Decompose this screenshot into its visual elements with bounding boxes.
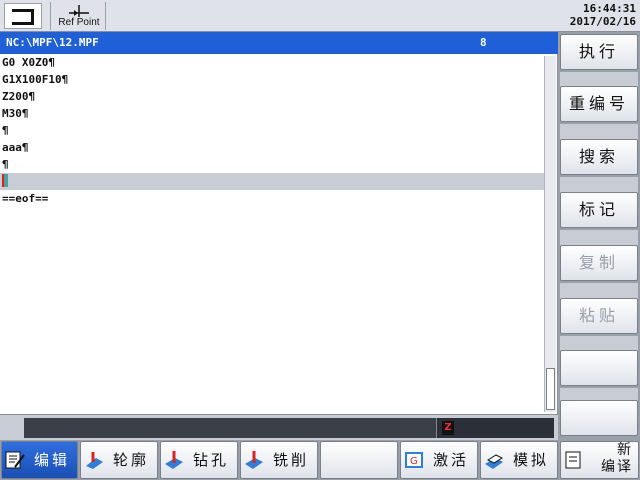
drill-tab-label: 钻孔 [193,451,230,469]
simulate-icon [485,454,504,469]
drill-tab[interactable]: 钻孔 [160,441,238,479]
simulate-tab-label: 模拟 [513,451,550,469]
activate-icon: G [405,452,423,468]
drill-icon [165,451,183,469]
softkey-separator [560,177,638,193]
search-button[interactable]: 搜索 [560,139,638,175]
edit-tab-label: 编辑 [34,451,71,469]
compile-label: 编译 [601,459,633,475]
svg-text:G: G [410,456,421,467]
empty-softkey-8[interactable] [560,400,638,436]
contour-tab[interactable]: 轮廓 [80,441,158,479]
edit-tab[interactable]: 编辑 [1,441,78,479]
ref-point-label: Ref Point [58,17,100,28]
date-text: 2017/02/16 [569,15,636,28]
mill-tab-label: 铣削 [273,451,310,469]
code-line[interactable]: aaa¶ [0,139,544,156]
softkey-separator [560,230,638,246]
code-line[interactable]: G0 X0Z0¶ [0,54,544,71]
code-line[interactable]: M30¶ [0,105,544,122]
new-compile-tab[interactable]: 新编译 [560,441,639,479]
ref-point-button[interactable]: Ref Point [50,2,106,30]
softkey-separator [560,283,638,299]
renumber-button[interactable]: 重编号 [560,86,638,122]
activate-tab[interactable]: G 激活 [400,441,478,479]
vertical-softkey-bar: 执行 重编号 搜索 标记 复制 粘贴 [558,32,640,440]
code-line[interactable]: G1X100F10¶ [0,71,544,88]
new-document-icon [565,451,581,469]
horizontal-softkey-bar: 编辑 轮廓 钻孔 铣削 G 激活 模拟 新编译 [0,440,640,480]
mark-button[interactable]: 标记 [560,192,638,228]
empty-softkey-7[interactable] [560,350,638,386]
execute-button[interactable]: 执行 [560,34,638,70]
new-label: 新 [617,442,633,458]
channel-status-icon: Z [442,421,454,435]
status-bar: Z [0,414,558,440]
program-editor[interactable]: G0 X0Z0¶ G1X100F10¶ Z200¶ M30¶ ¶ aaa¶ ¶ … [0,54,558,414]
softkey-separator [560,124,638,140]
activate-tab-label: 激活 [433,451,470,469]
text-cursor [2,174,8,187]
vertical-scrollbar[interactable] [544,56,556,412]
copy-button[interactable]: 复制 [560,245,638,281]
empty-tab[interactable] [320,441,398,479]
eof-marker: ==eof== [2,192,49,205]
code-line[interactable]: Z200¶ [0,88,544,105]
code-line[interactable]: ¶ [0,156,544,173]
simulate-tab[interactable]: 模拟 [480,441,558,479]
top-bar: Ref Point 16:44:31 2017/02/16 [0,0,640,32]
ref-point-icon [69,5,89,17]
new-compile-label: 新编译 [601,442,633,476]
current-code-line[interactable] [0,173,544,190]
clock: 16:44:31 2017/02/16 [570,2,636,28]
time-text: 16:44:31 [583,2,636,15]
editor-header: NC:\MPF\12.MPF 8 [0,32,558,54]
mill-icon [245,451,263,469]
jog-mode-icon[interactable] [4,3,42,29]
line-count: 8 [480,36,487,49]
contour-icon [86,452,103,469]
code-line[interactable]: ¶ [0,122,544,139]
paste-button[interactable]: 粘贴 [560,298,638,334]
scrollbar-thumb[interactable] [546,368,555,410]
edit-icon [5,451,25,469]
mill-tab[interactable]: 铣削 [240,441,318,479]
contour-tab-label: 轮廓 [113,451,150,469]
program-path: NC:\MPF\12.MPF [6,36,99,49]
